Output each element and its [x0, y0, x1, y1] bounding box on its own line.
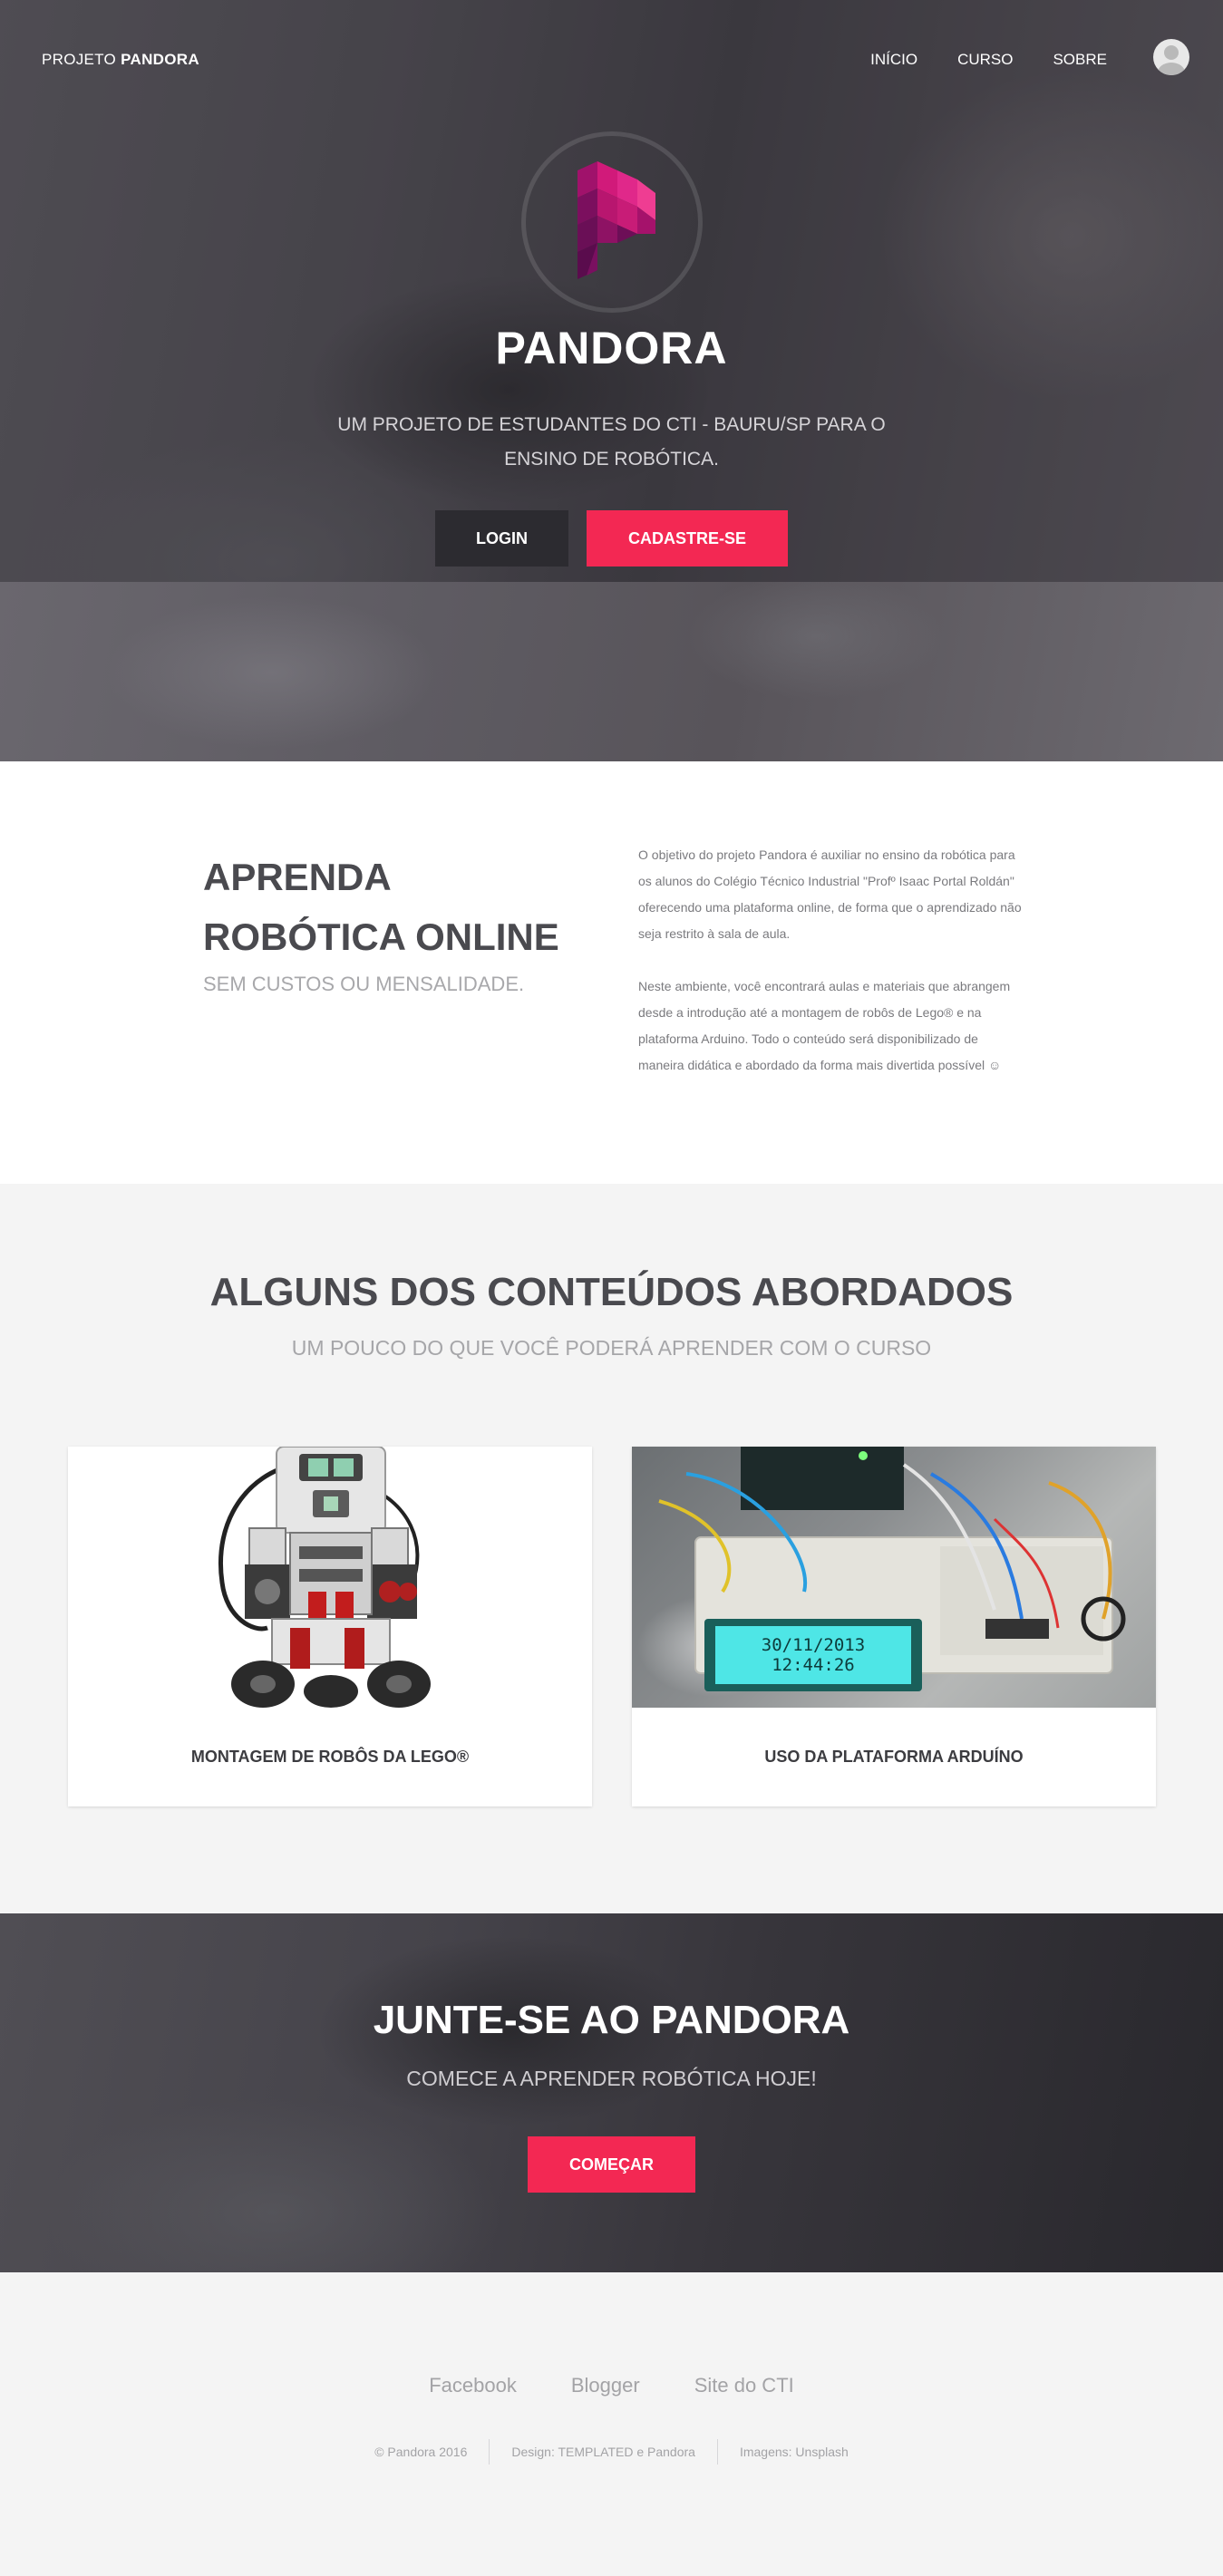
footer-design-credit: Design: TEMPLATED e Pandora — [489, 2439, 717, 2465]
nav-link-sobre[interactable]: SOBRE — [1053, 51, 1107, 69]
nav-link-curso[interactable]: CURSO — [957, 51, 1013, 69]
contents-section: ALGUNS DOS CONTEÚDOS ABORDADOS UM POUCO … — [0, 1184, 1223, 1913]
hero-title: PANDORA — [495, 323, 728, 373]
contents-title: ALGUNS DOS CONTEÚDOS ABORDADOS — [209, 1270, 1014, 1314]
card-label-lego: MONTAGEM DE ROBÔS DA LEGO® — [190, 1748, 470, 1766]
footer-link-blogger[interactable]: Blogger — [571, 2374, 640, 2397]
hero-section: PROJETO PANDORA INÍCIO CURSO SOBRE PANDO… — [0, 0, 1223, 761]
signup-button[interactable]: CADASTRE-SE — [587, 510, 788, 567]
footer-link-cti[interactable]: Site do CTI — [694, 2374, 794, 2397]
nav-link-inicio[interactable]: INÍCIO — [870, 51, 917, 69]
start-button[interactable]: COMEÇAR — [528, 2136, 695, 2193]
nav-brand[interactable]: PROJETO PANDORA — [42, 51, 199, 69]
join-section: JUNTE-SE AO PANDORA COMECE A APRENDER RO… — [0, 1913, 1223, 2272]
lcd-display: 30/11/2013 12:44:26 — [715, 1626, 911, 1684]
logo-ring — [521, 131, 703, 313]
footer-copyright: © Pandora 2016 — [374, 2445, 468, 2459]
intro-paragraph-2: Neste ambiente, você encontrará aulas e … — [638, 979, 1011, 1072]
hero-background-strip — [0, 582, 1223, 761]
contents-subtitle: UM POUCO DO QUE VOCÊ PODERÁ APRENDER COM… — [291, 1336, 932, 1360]
footer-link-facebook[interactable]: Facebook — [429, 2374, 517, 2397]
lego-robot-illustration — [68, 1447, 592, 1708]
hero-subtitle: UM PROJETO DE ESTUDANTES DO CTI - BAURU/… — [337, 414, 886, 470]
footer-images-credit: Imagens: Unsplash — [716, 2439, 870, 2465]
footer-links: Facebook Blogger Site do CTI — [0, 2374, 1223, 2397]
footer-meta: © Pandora 2016 Design: TEMPLATED e Pando… — [0, 2439, 1223, 2465]
brand-name: PANDORA — [121, 51, 199, 68]
user-avatar-icon[interactable] — [1153, 39, 1189, 75]
join-title: JUNTE-SE AO PANDORA — [373, 1998, 850, 2042]
footer: Facebook Blogger Site do CTI © Pandora 2… — [0, 2272, 1223, 2576]
brand-prefix: PROJETO — [42, 51, 117, 68]
content-card-lego[interactable]: MONTAGEM DE ROBÔS DA LEGO® — [68, 1447, 592, 1806]
main-nav: INÍCIO CURSO SOBRE — [870, 51, 1107, 69]
intro-title: APRENDA ROBÓTICA ONLINE — [203, 856, 559, 958]
intro-subtitle: SEM CUSTOS OU MENSALIDADE. — [203, 973, 525, 995]
intro-section: APRENDA ROBÓTICA ONLINE SEM CUSTOS OU ME… — [0, 761, 1223, 1184]
lcd-time: 12:44:26 — [772, 1655, 855, 1675]
lcd-date: 30/11/2013 — [761, 1635, 866, 1655]
lego-robot-image — [68, 1447, 592, 1708]
pandora-logo-icon — [578, 161, 655, 279]
intro-text: O objetivo do projeto Pandora é auxiliar… — [638, 842, 1024, 1079]
intro-paragraph-1: O objetivo do projeto Pandora é auxiliar… — [638, 847, 1022, 941]
join-subtitle: COMECE A APRENDER ROBÓTICA HOJE! — [406, 2067, 817, 2090]
card-label-arduino: USO DA PLATAFORMA ARDUÍNO — [764, 1748, 1024, 1766]
content-card-arduino[interactable]: 30/11/2013 12:44:26 USO DA PLATAFORMA AR… — [632, 1447, 1156, 1806]
login-button[interactable]: LOGIN — [435, 510, 568, 567]
arduino-image: 30/11/2013 12:44:26 — [632, 1447, 1156, 1708]
